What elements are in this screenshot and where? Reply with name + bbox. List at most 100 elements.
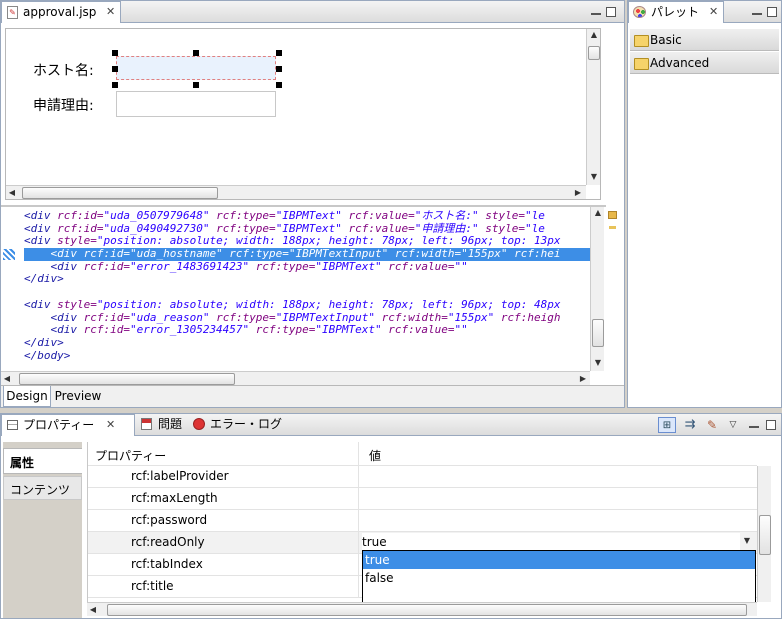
scroll-down-icon[interactable]: ▼ [592, 357, 604, 369]
show-categories-icon[interactable]: ⊞ [658, 417, 676, 433]
table-row[interactable]: rcf:labelProvider [88, 466, 757, 488]
selection-handle[interactable] [112, 50, 118, 56]
selection-handle[interactable] [276, 82, 282, 88]
code-line[interactable]: </body> [24, 348, 590, 363]
source-editor[interactable]: <div rcf:id="uda_0507979648" rcf:type="I… [1, 205, 606, 385]
code-token: </body> [24, 348, 71, 362]
selection-handle[interactable] [112, 66, 118, 72]
column-header-value[interactable]: 値 [369, 447, 381, 464]
dropdown-option[interactable]: true [363, 551, 755, 569]
palette-category-label: Advanced [650, 56, 710, 70]
scroll-up-icon[interactable]: ▲ [592, 207, 604, 219]
column-divider[interactable] [358, 442, 359, 465]
selection-handle[interactable] [276, 50, 282, 56]
tab-design[interactable]: Design [3, 386, 51, 407]
code-line[interactable]: </div> [24, 335, 590, 350]
property-value[interactable]: true [362, 533, 740, 551]
code-line[interactable]: <div rcf:id="error_1305234457" rcf:type=… [24, 323, 590, 337]
minimize-icon[interactable] [749, 424, 759, 428]
property-name: rcf:password [131, 513, 208, 527]
palette-panel: パレット ✕ Basic Advanced [627, 0, 782, 408]
property-name: rcf:labelProvider [131, 469, 229, 483]
code-token: rcf:id= [57, 210, 104, 222]
tab-properties[interactable]: プロパティー ✕ [1, 414, 135, 436]
tab-problems[interactable]: 問題 [139, 414, 189, 435]
minimize-icon[interactable] [591, 11, 601, 15]
column-divider [358, 532, 359, 553]
tab-problems-label: 問題 [158, 417, 183, 431]
code-line[interactable]: </div> [24, 273, 590, 286]
code-token: "" [454, 323, 468, 337]
code-token: "error_1305234457" [129, 323, 250, 337]
code-token: </div> [24, 335, 64, 349]
restore-default-icon[interactable]: ✎ [704, 417, 720, 433]
side-tab-contents[interactable]: コンテンツ [3, 476, 82, 500]
source-code[interactable]: <div rcf:id="uda_0507979648" rcf:type="I… [24, 210, 590, 368]
code-token: "le [525, 210, 545, 222]
scroll-right-icon[interactable]: ▶ [577, 373, 589, 385]
design-vscrollbar[interactable]: ▲ ▼ [586, 29, 600, 185]
code-token: rcf:value= [341, 221, 415, 235]
code-line[interactable]: <div rcf:id="error_1483691423" rcf:type=… [24, 260, 590, 274]
selection-handle[interactable] [193, 82, 199, 88]
scroll-thumb[interactable] [759, 515, 771, 555]
scroll-down-icon[interactable]: ▼ [588, 171, 600, 183]
side-tab-attributes[interactable]: 属性 [3, 448, 82, 474]
table-row[interactable]: rcf:maxLength [88, 488, 757, 510]
scroll-thumb[interactable] [592, 319, 604, 347]
maximize-icon[interactable] [766, 420, 776, 430]
design-hscrollbar[interactable]: ◀ ▶ [6, 185, 586, 199]
view-menu-icon[interactable]: ▽ [727, 417, 739, 433]
palette-title: パレット [651, 5, 700, 19]
palette-tab[interactable]: パレット ✕ [628, 1, 724, 23]
code-token: style= [478, 210, 526, 222]
tab-error-log-label: エラー・ログ [210, 417, 283, 431]
property-name: rcf:title [131, 579, 174, 593]
column-header-property[interactable]: プロパティー [95, 447, 166, 464]
scroll-left-icon[interactable]: ◀ [1, 373, 13, 385]
editor-tab[interactable]: ✎ approval.jsp ✕ [1, 1, 121, 23]
close-icon[interactable]: ✕ [709, 2, 718, 22]
code-token: rcf:id= [83, 323, 130, 337]
scroll-left-icon[interactable]: ◀ [6, 187, 18, 199]
selection-handle[interactable] [193, 50, 199, 56]
dropdown-option[interactable]: false [363, 569, 755, 587]
scroll-thumb[interactable] [19, 373, 235, 385]
code-token: rcf:type= [222, 247, 289, 261]
reason-input[interactable] [116, 91, 276, 117]
readonly-combo-arrow[interactable]: ▼ [739, 531, 755, 551]
code-token: rcf:value= [381, 323, 455, 337]
design-canvas[interactable]: ホスト名: 申請理由: ▲ ▼ ◀ ▶ [5, 28, 601, 200]
hostname-input[interactable] [116, 56, 276, 80]
maximize-icon[interactable] [606, 7, 616, 17]
scroll-thumb[interactable] [107, 604, 747, 616]
scroll-right-icon[interactable]: ▶ [572, 187, 584, 199]
code-token: <div [24, 221, 58, 235]
code-token: <div [24, 310, 84, 324]
show-advanced-icon[interactable]: ⇉ [682, 417, 698, 433]
source-hscrollbar[interactable]: ◀ ▶ [1, 371, 590, 385]
palette-category-basic[interactable]: Basic [630, 29, 779, 51]
source-vscrollbar[interactable]: ▲ ▼ [590, 207, 604, 371]
table-row[interactable]: rcf:password [88, 510, 757, 532]
code-token: rcf:type= [209, 310, 276, 324]
ruler-marker [609, 226, 616, 229]
scroll-up-icon[interactable]: ▲ [588, 29, 600, 41]
scroll-left-icon[interactable]: ◀ [87, 604, 99, 616]
tab-preview[interactable]: Preview [52, 386, 104, 407]
scroll-thumb[interactable] [588, 46, 600, 60]
close-icon[interactable]: ✕ [106, 2, 115, 22]
properties-vscrollbar[interactable] [757, 466, 771, 602]
selection-handle[interactable] [276, 66, 282, 72]
palette-category-advanced[interactable]: Advanced [630, 52, 779, 74]
property-name: rcf:maxLength [131, 491, 218, 505]
maximize-icon[interactable] [767, 7, 777, 17]
properties-hscrollbar[interactable]: ◀ [87, 602, 757, 616]
tab-error-log[interactable]: エラー・ログ [191, 414, 291, 435]
code-token: rcf:type= [209, 210, 276, 222]
minimize-icon[interactable] [752, 11, 762, 15]
hostname-label: ホスト名: [33, 63, 94, 79]
scroll-thumb[interactable] [22, 187, 218, 199]
selection-handle[interactable] [112, 82, 118, 88]
close-icon[interactable]: ✕ [106, 415, 115, 435]
